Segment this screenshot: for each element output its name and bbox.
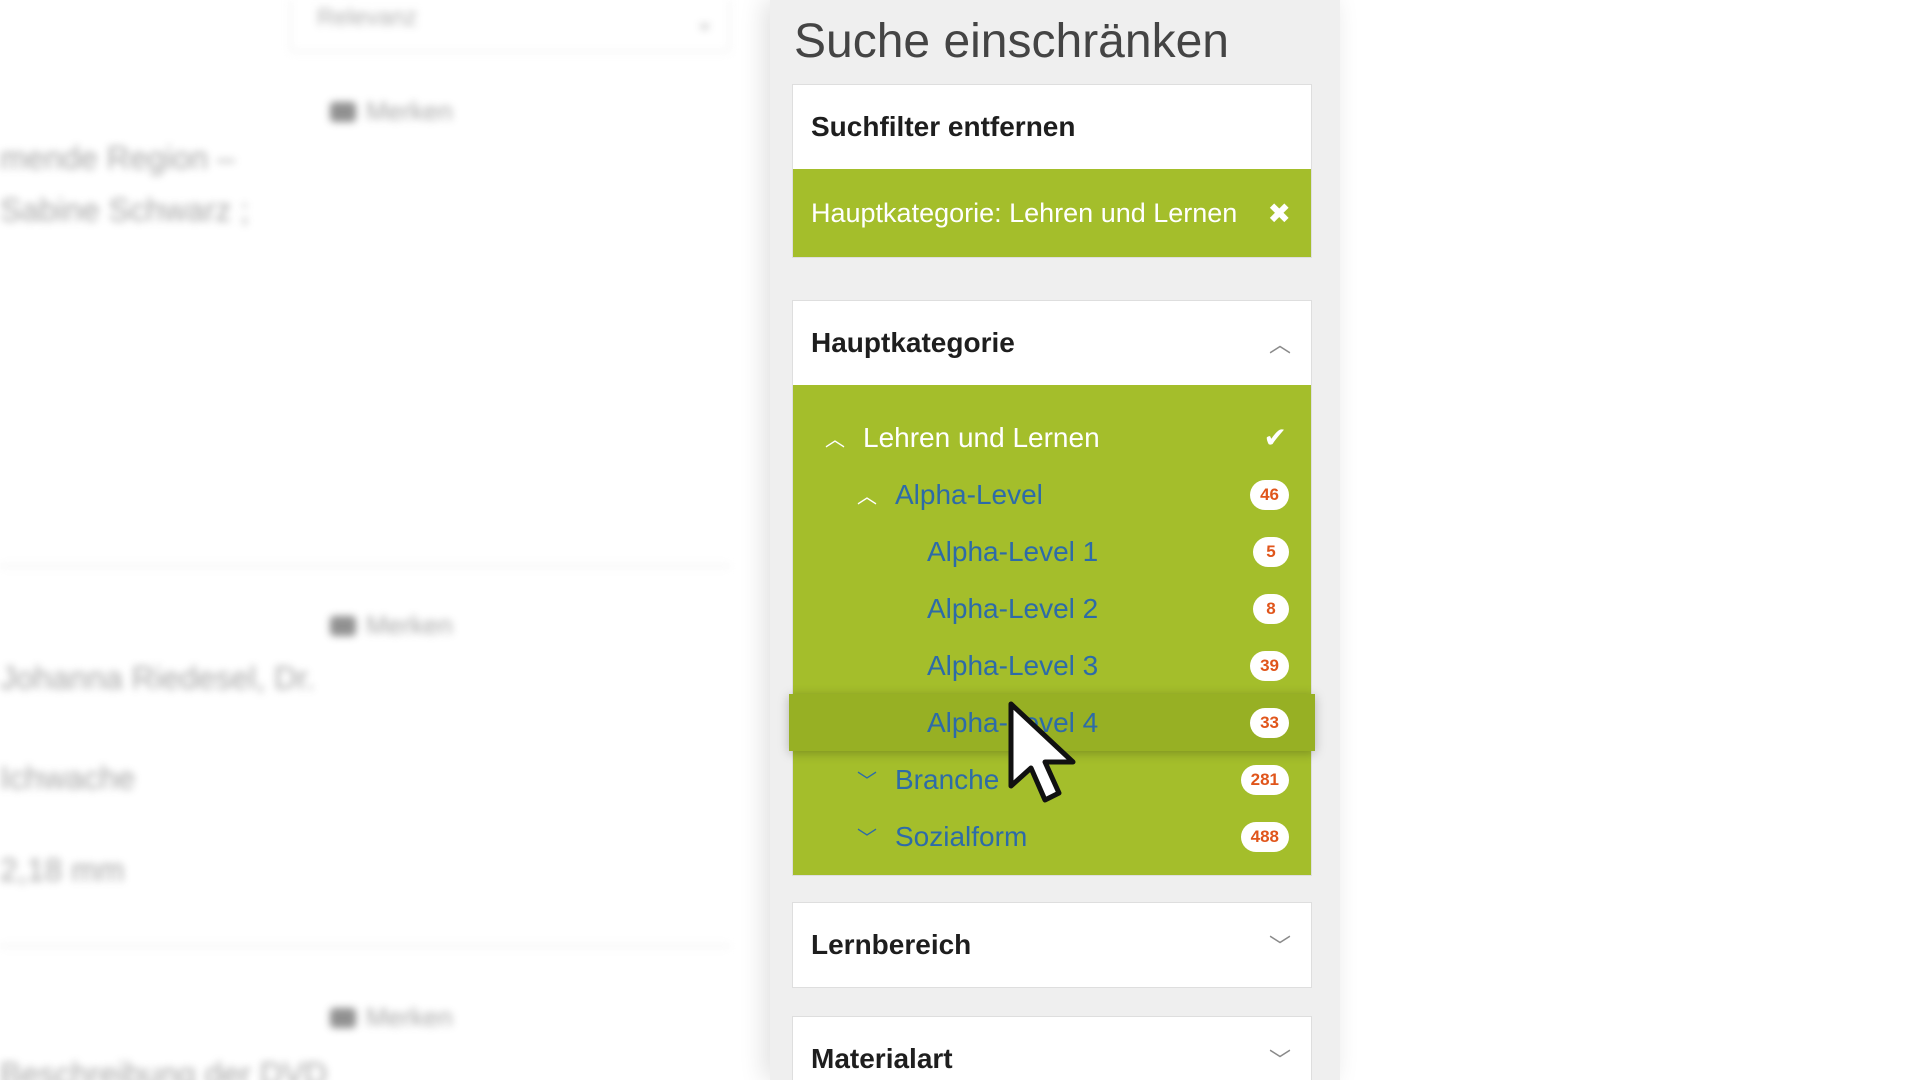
- chevron-down-icon: ⌄: [696, 12, 713, 34]
- result-text: Johanna Riedesel, Dr.: [0, 660, 315, 696]
- tree-item-label: Branche: [895, 763, 1000, 795]
- camera-icon: [330, 1008, 356, 1028]
- chevron-up-icon[interactable]: ︿: [855, 480, 879, 509]
- tree-item-label: Alpha-Level 3: [927, 649, 1099, 681]
- checkmark-icon: ✔: [1263, 422, 1287, 453]
- chevron-up-icon[interactable]: ︿: [823, 423, 847, 452]
- remove-filters-header: Suchfilter entfernen: [793, 85, 1311, 169]
- close-icon[interactable]: ✖: [1268, 197, 1291, 230]
- lernbereich-card[interactable]: Lernbereich ﹀: [792, 902, 1312, 988]
- filter-sidebar: Suche einschränken Suchfilter entfernen …: [770, 0, 1340, 1080]
- tree-item-label: Alpha-Level 2: [927, 592, 1099, 624]
- lernbereich-title: Lernbereich: [811, 929, 972, 960]
- count-badge: 8: [1253, 593, 1289, 624]
- tree-item-label: Alpha-Level 1: [927, 535, 1099, 567]
- mark-button[interactable]: Merken: [330, 610, 453, 641]
- tree-item-alpha-level-2[interactable]: Alpha-Level 2 8: [793, 580, 1311, 637]
- background-results: Relevanz ⌄ Merken mende Region – Sabine …: [0, 0, 760, 1080]
- sidebar-title: Suche einschränken: [794, 15, 1229, 68]
- materialart-card[interactable]: Materialart ﹀: [792, 1016, 1312, 1080]
- materialart-title: Materialart: [811, 1043, 953, 1074]
- sort-select-value: Relevanz: [317, 4, 418, 31]
- chevron-up-icon[interactable]: ︿: [1269, 327, 1291, 359]
- mouse-cursor-icon: [1008, 701, 1076, 803]
- tree-item-sozialform[interactable]: ﹀ Sozialform 488: [793, 808, 1311, 865]
- tree-item-alpha-level-3[interactable]: Alpha-Level 3 39: [793, 637, 1311, 694]
- result-text: Beschreibung der DVD: [0, 1056, 328, 1080]
- remove-filters-title: Suchfilter entfernen: [811, 111, 1076, 142]
- result-text: Sabine Schwarz ;: [0, 192, 250, 228]
- mark-button[interactable]: Merken: [330, 1002, 453, 1033]
- materialart-header[interactable]: Materialart ﹀: [793, 1017, 1311, 1080]
- mark-button[interactable]: Merken: [330, 96, 453, 127]
- chevron-down-icon[interactable]: ﹀: [855, 765, 879, 794]
- tree-item-label: Lehren und Lernen: [863, 421, 1100, 453]
- result-text: Ichwache: [0, 760, 136, 796]
- divider: [0, 945, 730, 947]
- chevron-down-icon[interactable]: ﹀: [1269, 1043, 1291, 1075]
- active-filter-chip[interactable]: Hauptkategorie: Lehren und Lernen ✖: [793, 169, 1311, 257]
- sort-select[interactable]: Relevanz ⌄: [290, 0, 730, 52]
- result-text: mende Region –: [0, 140, 235, 176]
- tree-item-lehren-und-lernen[interactable]: ︿ Lehren und Lernen ✔: [793, 409, 1311, 466]
- camera-icon: [330, 102, 356, 122]
- hauptkategorie-title: Hauptkategorie: [811, 327, 1015, 358]
- tree-item-alpha-level-1[interactable]: Alpha-Level 1 5: [793, 523, 1311, 580]
- count-badge: 5: [1253, 536, 1289, 567]
- tree-item-label: Alpha-Level: [895, 478, 1043, 510]
- count-badge: 39: [1250, 650, 1289, 681]
- tree-item-label: Sozialform: [895, 820, 1028, 852]
- divider: [0, 565, 730, 567]
- count-badge: 33: [1250, 707, 1289, 738]
- remove-filters-card: Suchfilter entfernen Hauptkategorie: Leh…: [792, 84, 1312, 258]
- count-badge: 281: [1240, 764, 1289, 795]
- count-badge: 488: [1240, 821, 1289, 852]
- chevron-down-icon[interactable]: ﹀: [855, 822, 879, 851]
- result-text: 2,18 mm: [0, 852, 125, 888]
- hauptkategorie-header[interactable]: Hauptkategorie ︿: [793, 301, 1311, 385]
- active-filter-label: Hauptkategorie: Lehren und Lernen: [811, 197, 1238, 228]
- lernbereich-header[interactable]: Lernbereich ﹀: [793, 903, 1311, 987]
- camera-icon: [330, 616, 356, 636]
- tree-item-alpha-level[interactable]: ︿ Alpha-Level 46: [793, 466, 1311, 523]
- count-badge: 46: [1250, 479, 1289, 510]
- chevron-down-icon[interactable]: ﹀: [1269, 929, 1291, 961]
